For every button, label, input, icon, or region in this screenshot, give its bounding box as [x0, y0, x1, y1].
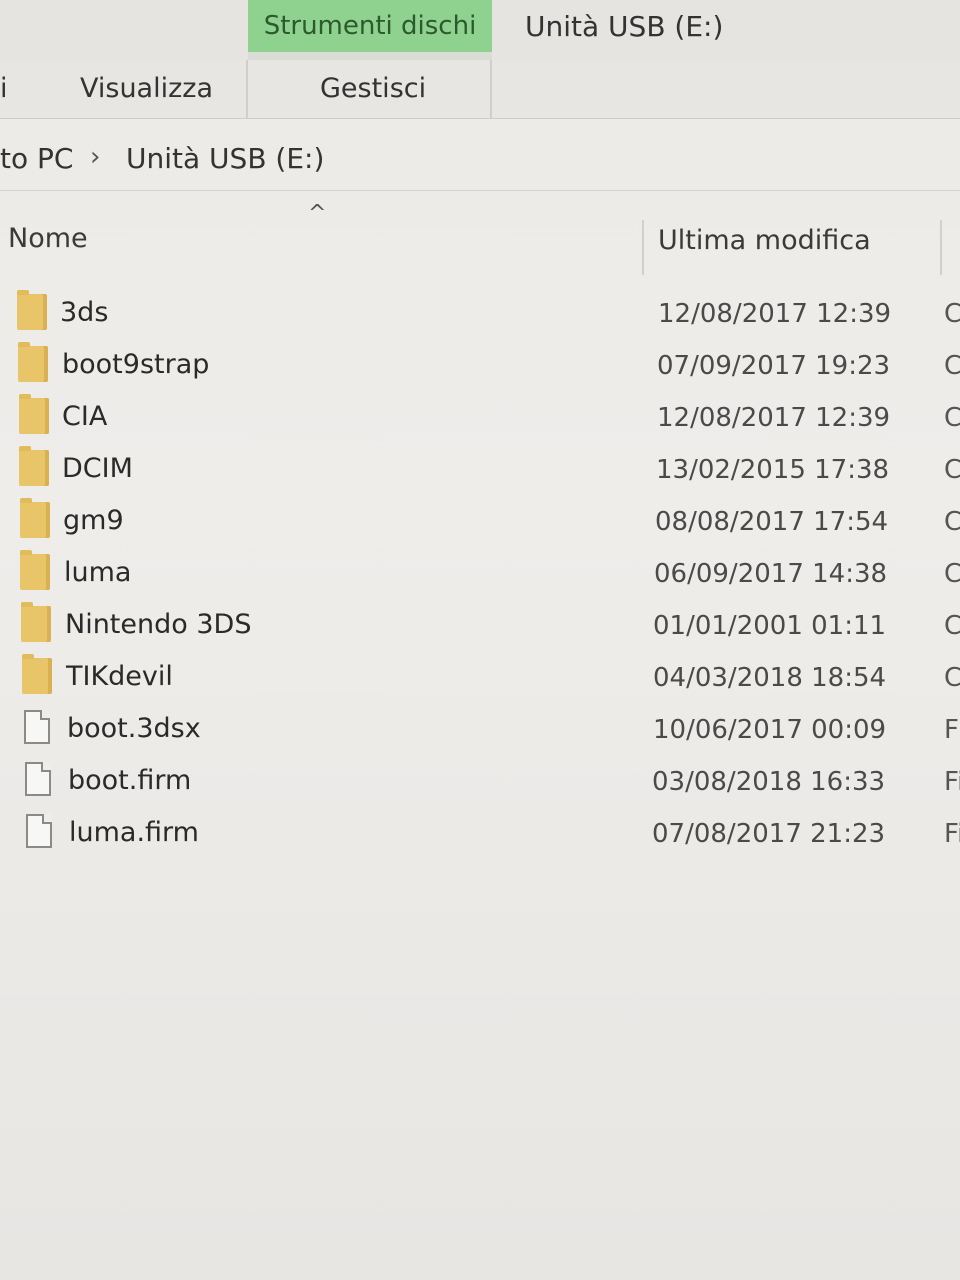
ribbon-tabs: i Visualizza Gestisci	[0, 60, 960, 119]
file-type: C	[944, 559, 960, 589]
list-item[interactable]: boot.firm 03/08/2018 16:33 Fi	[0, 756, 960, 807]
tab-partial[interactable]: i	[0, 60, 8, 118]
file-icon	[24, 710, 50, 744]
ribbon-divider	[246, 60, 248, 118]
folder-icon	[20, 550, 50, 590]
file-name: CIA	[62, 401, 108, 432]
list-item[interactable]: luma 06/09/2017 14:38 C	[0, 548, 960, 599]
file-icon	[26, 814, 52, 848]
breadcrumb-chevron-icon[interactable]: ›	[90, 142, 100, 172]
file-name: boot.firm	[68, 765, 192, 796]
window-title: Unità USB (E:)	[525, 10, 724, 43]
list-item[interactable]: CIA 12/08/2017 12:39 C	[0, 392, 960, 443]
file-name: 3ds	[60, 297, 109, 328]
file-type: C	[944, 611, 960, 641]
list-item[interactable]: 3ds 12/08/2017 12:39 C	[0, 288, 960, 339]
file-modified: 12/08/2017 12:39	[658, 299, 892, 329]
folder-icon	[22, 654, 52, 694]
column-header-name[interactable]: Nome	[8, 223, 88, 254]
file-type: C	[944, 351, 960, 381]
folder-icon	[18, 342, 48, 382]
folder-icon	[19, 446, 49, 486]
file-type: Fi	[944, 767, 960, 797]
file-type: Fi	[944, 819, 960, 849]
breadcrumb-usb-drive[interactable]: Unità USB (E:)	[126, 142, 324, 175]
file-type: C	[944, 663, 960, 693]
file-type: C	[944, 507, 960, 537]
file-type: F	[944, 715, 959, 745]
list-item[interactable]: TIKdevil 04/03/2018 18:54 C	[0, 652, 960, 703]
file-icon	[25, 762, 51, 796]
file-name: gm9	[63, 505, 124, 536]
column-header-row: ^ Nome Ultima modifica	[0, 195, 960, 280]
file-name: luma.firm	[69, 817, 199, 848]
file-name: Nintendo 3DS	[65, 609, 252, 640]
context-tab-group: Strumenti dischi	[248, 0, 492, 60]
list-item[interactable]: Nintendo 3DS 01/01/2001 01:11 C	[0, 600, 960, 651]
folder-icon	[21, 602, 51, 642]
file-type: C	[944, 299, 960, 329]
context-tab-group-label: Strumenti dischi	[248, 0, 492, 52]
file-modified: 12/08/2017 12:39	[657, 403, 891, 433]
tab-visualizza[interactable]: Visualizza	[80, 60, 213, 118]
tab-gestisci[interactable]: Gestisci	[320, 60, 426, 118]
file-type: C	[944, 403, 960, 433]
list-item[interactable]: gm9 08/08/2017 17:54 C	[0, 496, 960, 547]
column-resize-handle[interactable]	[642, 220, 644, 275]
list-item[interactable]: boot9strap 07/09/2017 19:23 C	[0, 340, 960, 391]
file-modified: 08/08/2017 17:54	[655, 507, 889, 537]
file-modified: 07/09/2017 19:23	[657, 351, 891, 381]
ribbon-title-row: Strumenti dischi Unità USB (E:)	[0, 0, 960, 60]
file-modified: 10/06/2017 00:09	[653, 715, 887, 745]
list-item[interactable]: luma.firm 07/08/2017 21:23 Fi	[0, 808, 960, 859]
file-name: TIKdevil	[66, 661, 173, 692]
address-bar[interactable]: to PC › Unità USB (E:)	[0, 130, 960, 191]
ribbon-divider	[490, 60, 492, 118]
folder-icon	[17, 290, 47, 330]
file-name: DCIM	[62, 453, 133, 484]
file-name: luma	[64, 557, 132, 588]
list-item[interactable]: DCIM 13/02/2015 17:38 C	[0, 444, 960, 495]
file-modified: 07/08/2017 21:23	[652, 819, 886, 849]
list-item[interactable]: boot.3dsx 10/06/2017 00:09 F	[0, 704, 960, 755]
column-header-modified[interactable]: Ultima modifica	[658, 225, 871, 256]
file-modified: 03/08/2018 16:33	[652, 767, 886, 797]
sort-ascending-icon: ^	[308, 201, 327, 226]
breadcrumb-this-pc[interactable]: to PC	[0, 142, 73, 175]
file-modified: 01/01/2001 01:11	[653, 611, 887, 641]
file-explorer-window: Strumenti dischi Unità USB (E:) i Visual…	[0, 0, 960, 1280]
folder-icon	[20, 498, 50, 538]
column-resize-handle[interactable]	[940, 220, 942, 275]
file-modified: 06/09/2017 14:38	[654, 559, 888, 589]
folder-icon	[19, 394, 49, 434]
file-name: boot.3dsx	[67, 713, 201, 744]
file-type: C	[944, 455, 960, 485]
file-modified: 04/03/2018 18:54	[653, 663, 887, 693]
file-modified: 13/02/2015 17:38	[656, 455, 890, 485]
file-name: boot9strap	[62, 349, 210, 380]
